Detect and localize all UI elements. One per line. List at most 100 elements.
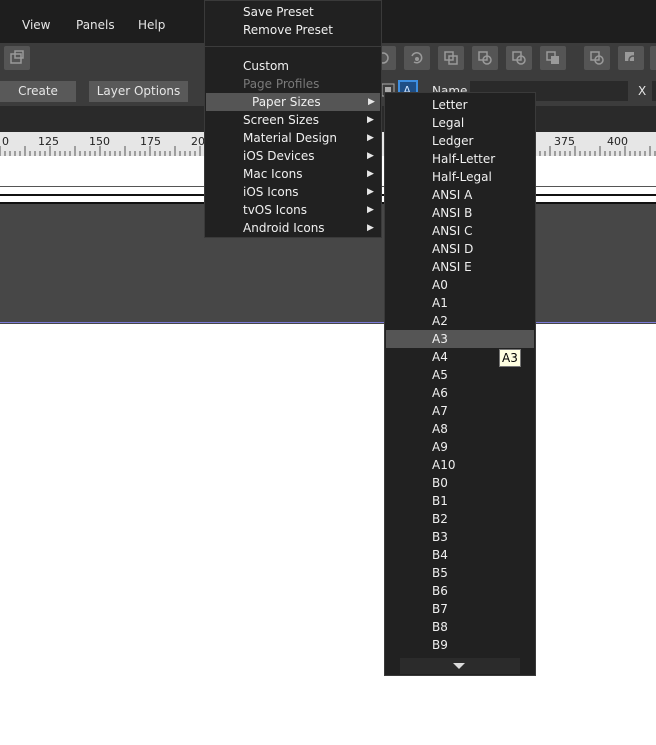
menu-item-label: Remove Preset	[243, 23, 333, 37]
more-tools-icon[interactable]	[650, 46, 656, 70]
menu-item-screen-sizes[interactable]: Screen Sizes ▶	[205, 111, 381, 129]
submenu-item-a6[interactable]: A6	[386, 384, 534, 402]
submenu-item-label: A6	[432, 386, 448, 400]
submenu-item-ansi-e[interactable]: ANSI E	[386, 258, 534, 276]
submenu-item-a0[interactable]: A0	[386, 276, 534, 294]
submenu-item-b1[interactable]: B1	[386, 492, 534, 510]
menu-item-ios-icons[interactable]: iOS Icons ▶	[205, 183, 381, 201]
group-icon[interactable]	[584, 46, 610, 70]
ruler-label: 20	[191, 135, 205, 148]
submenu-item-label: B4	[432, 548, 448, 562]
submenu-item-b4[interactable]: B4	[386, 546, 534, 564]
rotate-icon[interactable]	[404, 46, 430, 70]
menu-item-remove-preset[interactable]: Remove Preset	[205, 21, 381, 39]
tooltip: A3	[499, 349, 521, 367]
menu-panels[interactable]: Panels	[76, 18, 115, 32]
menu-item-tvos-icons[interactable]: tvOS Icons ▶	[205, 201, 381, 219]
submenu-item-ansi-d[interactable]: ANSI D	[386, 240, 534, 258]
submenu-item-label: ANSI B	[432, 206, 473, 220]
submenu-item-half-legal[interactable]: Half-Legal	[386, 168, 534, 186]
submenu-item-b9[interactable]: B9	[386, 636, 534, 654]
menu-item-material-design[interactable]: Material Design ▶	[205, 129, 381, 147]
submenu-item-label: A7	[432, 404, 448, 418]
menu-header-page-profiles: Page Profiles	[205, 75, 381, 93]
submenu-item-a8[interactable]: A8	[386, 420, 534, 438]
submenu-item-label: A9	[432, 440, 448, 454]
submenu-item-ledger[interactable]: Ledger	[386, 132, 534, 150]
menu-item-save-preset[interactable]: Save Preset	[205, 3, 381, 21]
submenu-item-label: B5	[432, 566, 448, 580]
submenu-item-label: A5	[432, 368, 448, 382]
x-input[interactable]	[652, 81, 656, 101]
submenu-item-label: B9	[432, 638, 448, 652]
ruler-label: 150	[89, 135, 110, 148]
menu-item-label: tvOS Icons	[243, 203, 308, 217]
submenu-item-label: A4	[432, 350, 448, 364]
menu-item-ios-devices[interactable]: iOS Devices ▶	[205, 147, 381, 165]
union-icon[interactable]	[438, 46, 464, 70]
menu-view[interactable]: View	[22, 18, 50, 32]
submenu-item-legal[interactable]: Legal	[386, 114, 534, 132]
menu-item-mac-icons[interactable]: Mac Icons ▶	[205, 165, 381, 183]
menu-item-label: iOS Devices	[243, 149, 315, 163]
submenu-item-half-letter[interactable]: Half-Letter	[386, 150, 534, 168]
submenu-item-a7[interactable]: A7	[386, 402, 534, 420]
submenu-item-a5[interactable]: A5	[386, 366, 534, 384]
menu-item-label: Material Design	[243, 131, 337, 145]
triangle-right-icon: ▶	[368, 97, 375, 107]
submenu-item-label: A8	[432, 422, 448, 436]
triangle-right-icon: ▶	[367, 115, 374, 125]
triangle-right-icon: ▶	[367, 133, 374, 143]
submenu-item-b7[interactable]: B7	[386, 600, 534, 618]
ungroup-icon[interactable]	[618, 46, 644, 70]
submenu-item-label: B3	[432, 530, 448, 544]
triangle-right-icon: ▶	[367, 151, 374, 161]
submenu-item-label: A10	[432, 458, 456, 472]
submenu-item-b0[interactable]: B0	[386, 474, 534, 492]
submenu-item-b6[interactable]: B6	[386, 582, 534, 600]
submenu-item-a1[interactable]: A1	[386, 294, 534, 312]
submenu-item-a2[interactable]: A2	[386, 312, 534, 330]
menu-item-android-icons[interactable]: Android Icons ▶	[205, 219, 381, 237]
menu-item-custom[interactable]: Custom	[205, 57, 381, 75]
submenu-item-label: ANSI E	[432, 260, 472, 274]
menu-item-label: iOS Icons	[243, 185, 299, 199]
create-layer-button[interactable]: Create Layer	[0, 81, 76, 119]
export-icon[interactable]	[4, 46, 30, 70]
submenu-item-label: Letter	[432, 98, 468, 112]
menu-help[interactable]: Help	[138, 18, 165, 32]
intersect-icon[interactable]	[506, 46, 532, 70]
menu-separator	[205, 46, 381, 47]
menu-item-label: Save Preset	[243, 5, 314, 19]
submenu-item-label: A2	[432, 314, 448, 328]
submenu-scroll-down-button[interactable]	[400, 658, 520, 674]
submenu-item-label: ANSI A	[432, 188, 473, 202]
triangle-right-icon: ▶	[367, 223, 374, 233]
submenu-item-b8[interactable]: B8	[386, 618, 534, 636]
ruler-label: 125	[38, 135, 59, 148]
submenu-item-a3[interactable]: A3	[386, 330, 534, 348]
submenu-item-b5[interactable]: B5	[386, 564, 534, 582]
exclude-icon[interactable]	[540, 46, 566, 70]
menu-item-label: Android Icons	[243, 221, 325, 235]
menu-item-label: Mac Icons	[243, 167, 303, 181]
submenu-item-ansi-c[interactable]: ANSI C	[386, 222, 534, 240]
submenu-item-b2[interactable]: B2	[386, 510, 534, 528]
submenu-item-label: B2	[432, 512, 448, 526]
submenu-item-ansi-b[interactable]: ANSI B	[386, 204, 534, 222]
submenu-item-a9[interactable]: A9	[386, 438, 534, 456]
submenu-item-a10[interactable]: A10	[386, 456, 534, 474]
submenu-item-letter[interactable]: Letter	[386, 96, 534, 114]
submenu-item-b3[interactable]: B3	[386, 528, 534, 546]
menu-item-label: Screen Sizes	[243, 113, 319, 127]
menu-item-paper-sizes[interactable]: Paper Sizes ▶	[206, 93, 380, 111]
menu-item-label: Page Profiles	[243, 77, 320, 91]
window-border	[0, 322, 656, 323]
subtract-icon[interactable]	[472, 46, 498, 70]
layer-options-button[interactable]: Layer Options	[89, 81, 188, 102]
submenu-item-label: A1	[432, 296, 448, 310]
paper-sizes-submenu: Letter Legal Ledger Half-Letter Half-Leg…	[384, 92, 536, 676]
submenu-item-ansi-a[interactable]: ANSI A	[386, 186, 534, 204]
submenu-item-label: A3	[432, 332, 448, 346]
submenu-item-label: Ledger	[432, 134, 474, 148]
